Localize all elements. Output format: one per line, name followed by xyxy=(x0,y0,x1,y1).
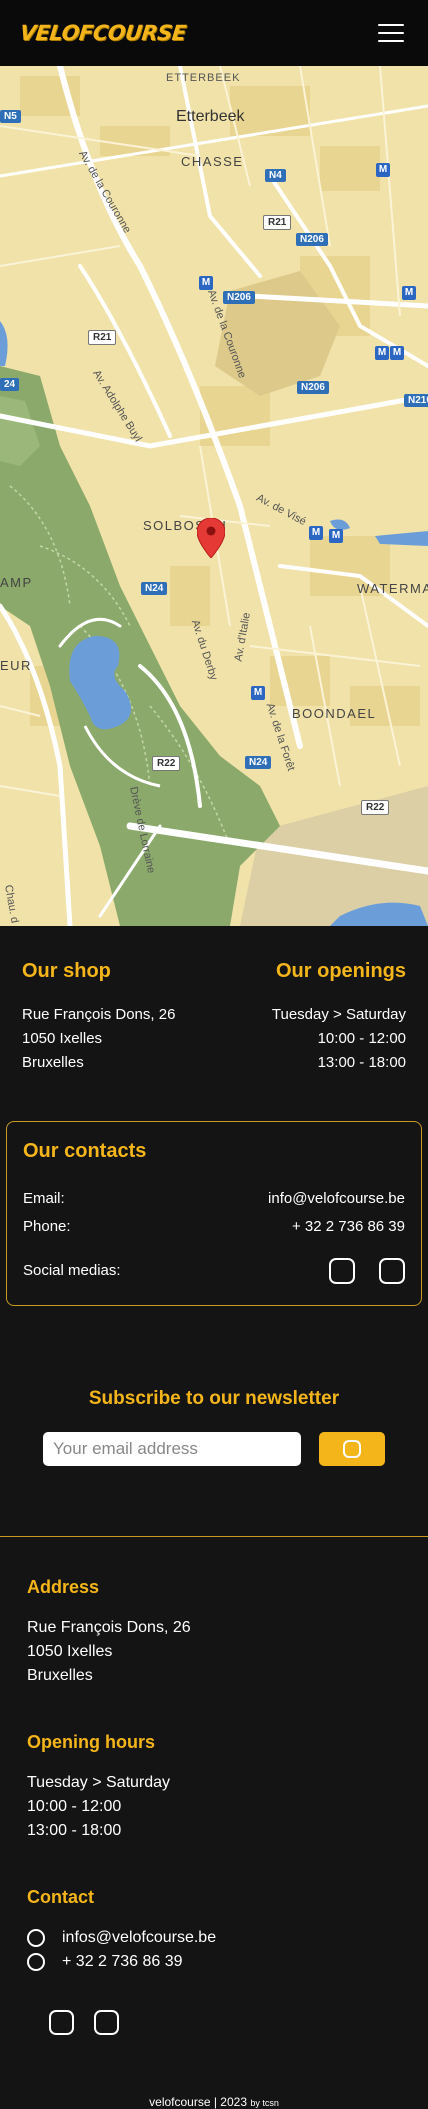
phone-label: Phone: xyxy=(23,1218,71,1235)
openings-slot: 10:00 - 12:00 xyxy=(317,1030,406,1047)
hamburger-menu-icon[interactable] xyxy=(378,24,404,42)
map-pin-icon[interactable] xyxy=(197,518,225,558)
map-label: EUR xyxy=(0,658,32,673)
newsletter-email-input[interactable] xyxy=(43,1432,301,1466)
social-label: Social medias: xyxy=(23,1262,121,1279)
send-icon xyxy=(343,1440,361,1458)
instagram-icon[interactable] xyxy=(329,1258,355,1284)
road-badge: R21 xyxy=(263,215,292,230)
copyright: velofcourse | 2023 by tcsn xyxy=(27,2035,401,2109)
instagram-icon[interactable] xyxy=(49,2010,74,2035)
road-badge: R21 xyxy=(88,330,117,345)
footer-address: Address Rue François Dons, 26 1050 Ixell… xyxy=(27,1577,401,1688)
openings-days: Tuesday > Saturday xyxy=(271,1006,406,1023)
location-map[interactable]: ETTERBEEK Etterbeek CHASSE SOLBOSCH BOON… xyxy=(0,66,428,926)
metro-icon: M xyxy=(402,286,416,300)
email-icon xyxy=(27,1929,45,1947)
road-badge: R22 xyxy=(361,800,390,815)
metro-icon: M xyxy=(251,686,265,700)
road-badge: 24 xyxy=(0,378,20,391)
road-badge: N4 xyxy=(265,169,286,182)
footer-address-line: 1050 Ixelles xyxy=(27,1643,113,1660)
footer-address-title: Address xyxy=(27,1577,100,1597)
road-badge: N206 xyxy=(223,291,255,304)
road-badge: N5 xyxy=(0,110,21,123)
metro-icon: M xyxy=(199,276,213,290)
road-badge: N210 xyxy=(404,394,428,407)
map-label: WATERMA xyxy=(357,581,428,596)
road-badge: N206 xyxy=(296,233,328,246)
phone-link[interactable]: + 32 2 736 86 39 xyxy=(292,1213,405,1241)
copyright-text: velofcourse | 2023 xyxy=(149,2095,247,2109)
newsletter-section: Subscribe to our newsletter xyxy=(0,1306,428,1536)
email-link[interactable]: info@velofcourse.be xyxy=(268,1185,405,1213)
road-badge: R22 xyxy=(152,756,181,771)
footer-contact: Contact infos@velofcourse.be + 32 2 736 … xyxy=(27,1887,401,1974)
road-badge: N24 xyxy=(245,756,272,769)
metro-icon: M xyxy=(390,346,404,360)
contact-phone-row: Phone: + 32 2 736 86 39 xyxy=(23,1213,405,1241)
contact-email-row: Email: info@velofcourse.be xyxy=(23,1185,405,1213)
openings-block: Our openings Tuesday > Saturday 10:00 - … xyxy=(272,960,406,1075)
site-logo[interactable]: VELOFCOURSE xyxy=(19,21,187,45)
footer-hours-title: Opening hours xyxy=(27,1732,155,1752)
newsletter-title: Subscribe to our newsletter xyxy=(88,1388,340,1409)
metro-icon: M xyxy=(309,526,323,540)
footer-contact-title: Contact xyxy=(27,1887,94,1907)
footer-hours-slot: 13:00 - 18:00 xyxy=(27,1822,122,1839)
footer-phone-row[interactable]: + 32 2 736 86 39 xyxy=(27,1950,401,1974)
shop-address-line: 1050 Ixelles xyxy=(22,1030,103,1047)
map-label: CHASSE xyxy=(181,154,244,169)
shop-block: Our shop Rue François Dons, 26 1050 Ixel… xyxy=(22,960,175,1075)
contacts-box: Our contacts Email: info@velofcourse.be … xyxy=(6,1121,422,1306)
facebook-icon[interactable] xyxy=(379,1258,405,1284)
footer-hours: Opening hours Tuesday > Saturday 10:00 -… xyxy=(27,1732,401,1843)
contact-social-row: Social medias: xyxy=(23,1257,405,1285)
hamburger-line xyxy=(378,40,404,42)
metro-icon: M xyxy=(375,346,389,360)
road-badge: N24 xyxy=(141,582,168,595)
road-badge: N206 xyxy=(297,381,329,394)
shop-title: Our shop xyxy=(22,960,111,982)
footer-phone[interactable]: + 32 2 736 86 39 xyxy=(62,1950,183,1974)
contacts-title: Our contacts xyxy=(23,1140,147,1162)
phone-icon xyxy=(27,1953,45,1971)
map-label: BOONDAEL xyxy=(292,706,377,721)
map-label: AMP xyxy=(0,575,33,590)
footer-hours-days: Tuesday > Saturday xyxy=(27,1774,171,1791)
shop-address-line: Rue François Dons, 26 xyxy=(22,1006,176,1023)
footer-address-line: Rue François Dons, 26 xyxy=(27,1619,191,1636)
site-header: VELOFCOURSE xyxy=(0,0,428,66)
hamburger-line xyxy=(378,24,404,26)
hamburger-line xyxy=(378,32,404,34)
openings-title: Our openings xyxy=(276,960,406,982)
shop-address-line: Bruxelles xyxy=(22,1054,84,1071)
metro-icon: M xyxy=(329,529,343,543)
social-icons xyxy=(329,1258,405,1284)
openings-slot: 13:00 - 18:00 xyxy=(317,1054,406,1071)
email-label: Email: xyxy=(23,1190,65,1207)
newsletter-form xyxy=(0,1432,428,1466)
footer-address-line: Bruxelles xyxy=(27,1667,93,1684)
map-label: ETTERBEEK xyxy=(166,72,241,84)
facebook-icon[interactable] xyxy=(94,2010,119,2035)
footer-email-row[interactable]: infos@velofcourse.be xyxy=(27,1926,401,1950)
footer-email[interactable]: infos@velofcourse.be xyxy=(62,1926,216,1950)
map-background xyxy=(0,66,428,926)
site-footer: Address Rue François Dons, 26 1050 Ixell… xyxy=(0,1537,428,2109)
shop-info-section: Our shop Rue François Dons, 26 1050 Ixel… xyxy=(0,926,428,1101)
map-label: Etterbeek xyxy=(176,108,245,125)
footer-social-icons xyxy=(27,2010,401,2035)
footer-hours-slot: 10:00 - 12:00 xyxy=(27,1798,122,1815)
copyright-credit[interactable]: by tcsn xyxy=(250,2098,279,2108)
newsletter-submit-button[interactable] xyxy=(319,1432,385,1466)
metro-icon: M xyxy=(376,163,390,177)
